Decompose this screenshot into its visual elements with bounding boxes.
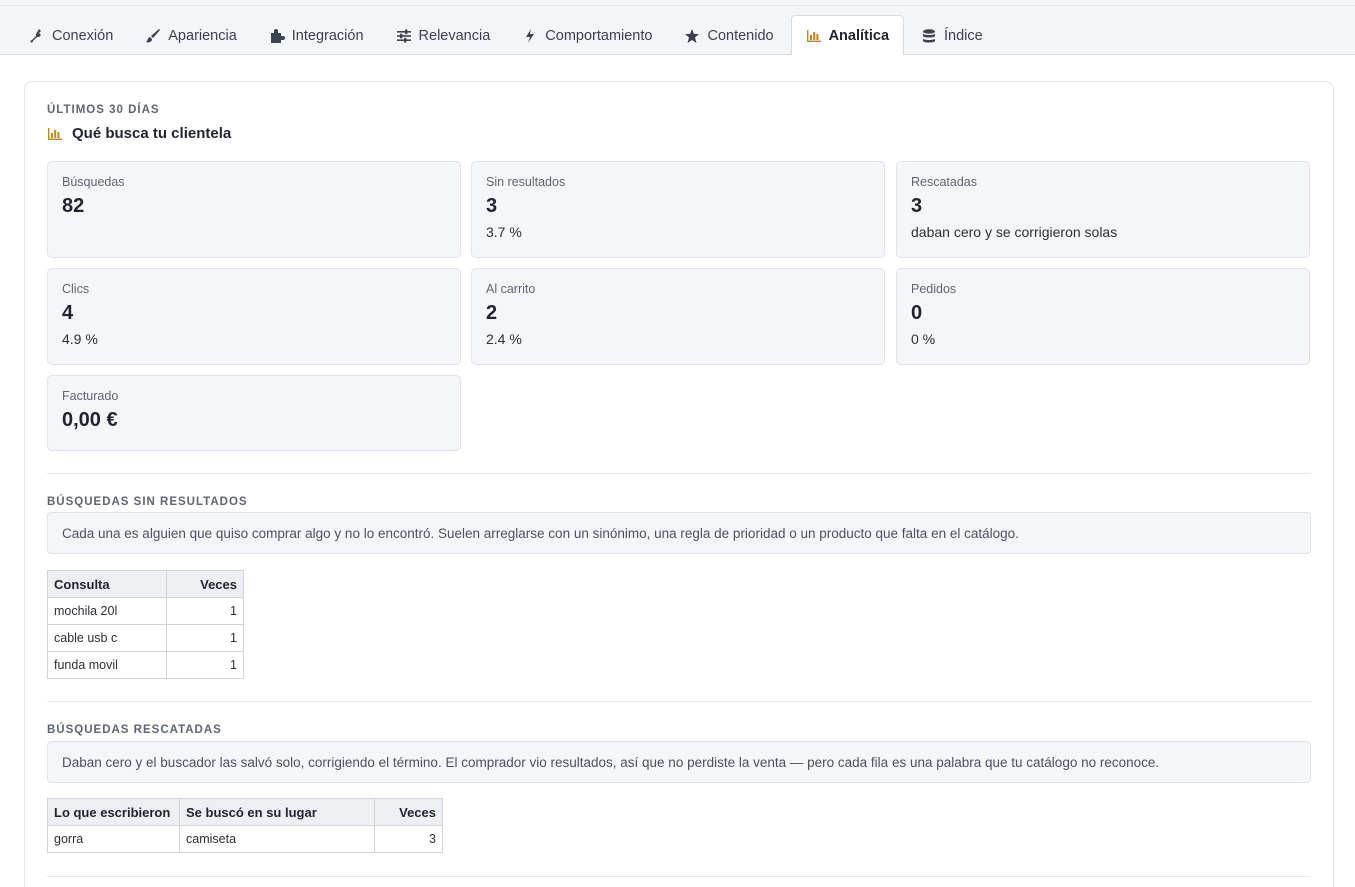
stat-sub: 2.4 %: [486, 331, 522, 347]
puzzle-icon: [269, 28, 285, 44]
stat-value: 0,00 €: [62, 409, 118, 431]
divider: [47, 876, 1311, 877]
star-icon: [684, 28, 700, 44]
stat-rescatadas: Rescatadas 3 daban cero y se corrigieron…: [896, 161, 1310, 258]
stat-sub: 0 %: [911, 331, 936, 347]
query-cell: mochila 20l: [47, 597, 167, 625]
no-results-note: Cada una es alguien que quiso comprar al…: [47, 512, 1311, 554]
tab-label: Comportamiento: [545, 27, 653, 44]
stat-label: Búsquedas: [62, 175, 125, 189]
stat-value: 3: [486, 195, 498, 217]
replacement-cell: camiseta: [178, 825, 376, 853]
brush-icon: [145, 28, 161, 44]
divider: [47, 473, 1311, 474]
count-cell: 3: [374, 825, 443, 853]
table-header-row: Lo que escribieron Se buscó en su lugar …: [47, 798, 443, 826]
stat-label: Pedidos: [911, 282, 957, 296]
stat-value: 2: [486, 302, 498, 324]
column-header: Consulta: [47, 570, 167, 598]
stat-label: Sin resultados: [486, 175, 566, 189]
stat-clics: Clics 4 4.9 %: [47, 268, 461, 365]
period-label: Últimos 30 días: [47, 104, 160, 116]
stat-value: 82: [62, 195, 85, 217]
stat-sub: 4.9 %: [62, 331, 98, 347]
tab-label: Apariencia: [168, 27, 237, 44]
settings-tabs: Conexión Apariencia Integración Relevanc…: [0, 6, 1355, 55]
stat-al-carrito: Al carrito 2 2.4 %: [471, 268, 885, 365]
no-results-heading: Búsquedas sin resultados: [47, 496, 248, 508]
query-cell: funda movil: [47, 651, 167, 679]
table-header-row: Consulta Veces: [47, 570, 245, 598]
stat-pedidos: Pedidos 0 0 %: [896, 268, 1310, 365]
query-cell: cable usb c: [47, 624, 167, 652]
tab-label: Integración: [291, 27, 364, 44]
column-header: Veces: [165, 570, 245, 598]
tab-indice[interactable]: Índice: [906, 15, 998, 55]
sliders-icon: [396, 28, 412, 44]
divider: [47, 701, 1311, 702]
tab-contenido[interactable]: Contenido: [669, 15, 788, 55]
count-cell: 1: [165, 651, 245, 679]
tab-integracion[interactable]: Integración: [254, 15, 379, 55]
stat-value: 3: [911, 195, 923, 217]
database-icon: [921, 28, 937, 44]
tab-conexion[interactable]: Conexión: [14, 15, 128, 55]
rescued-note: Daban cero y el buscador las salvó solo,…: [47, 741, 1311, 783]
tab-label: Analítica: [828, 27, 890, 44]
bar-chart-icon: [806, 28, 822, 44]
stat-label: Clics: [62, 282, 90, 296]
stat-facturado: Facturado 0,00 €: [47, 375, 461, 451]
count-cell: 1: [165, 624, 245, 652]
typed-cell: gorra: [47, 825, 180, 853]
plug-icon: [29, 28, 45, 44]
tab-analitica[interactable]: Analítica: [790, 15, 905, 55]
stat-busquedas: Búsquedas 82: [47, 161, 461, 258]
tab-label: Contenido: [707, 27, 774, 44]
stat-label: Al carrito: [486, 282, 536, 296]
tab-comportamiento[interactable]: Comportamiento: [507, 15, 667, 55]
analytics-card: Últimos 30 días Qué busca tu clientela B…: [24, 81, 1334, 887]
column-header: Lo que escribieron: [47, 798, 180, 826]
rescued-heading: Búsquedas rescatadas: [47, 724, 222, 736]
stat-label: Rescatadas: [911, 175, 978, 189]
column-header: Veces: [374, 798, 443, 826]
table-row: mochila 20l 1: [47, 597, 245, 625]
bolt-icon: [522, 28, 538, 44]
stat-sub: daban cero y se corrigieron solas: [911, 224, 1118, 240]
analytics-panel: Últimos 30 días Qué busca tu clientela B…: [0, 55, 1355, 887]
rescued-table: Lo que escribieron Se buscó en su lugar …: [47, 798, 443, 853]
stat-sin-resultados: Sin resultados 3 3.7 %: [471, 161, 885, 258]
tab-label: Índice: [944, 27, 983, 44]
tab-label: Relevancia: [418, 27, 491, 44]
tab-apariencia[interactable]: Apariencia: [130, 15, 252, 55]
table-row: funda movil 1: [47, 651, 245, 679]
stat-label: Facturado: [62, 389, 119, 403]
stat-sub: 3.7 %: [486, 224, 522, 240]
bar-chart-icon: [47, 126, 63, 142]
tab-relevancia[interactable]: Relevancia: [381, 15, 506, 55]
tab-label: Conexión: [52, 27, 114, 44]
table-row: gorra camiseta 3: [47, 825, 443, 853]
column-header: Se buscó en su lugar: [178, 798, 376, 826]
table-row: cable usb c 1: [47, 624, 245, 652]
section-title: Qué busca tu clientela: [47, 125, 231, 142]
section-title-text: Qué busca tu clientela: [72, 125, 232, 142]
no-results-table: Consulta Veces mochila 20l 1 cable usb c…: [47, 570, 245, 679]
count-cell: 1: [165, 597, 245, 625]
stat-value: 4: [62, 302, 74, 324]
stat-value: 0: [911, 302, 923, 324]
